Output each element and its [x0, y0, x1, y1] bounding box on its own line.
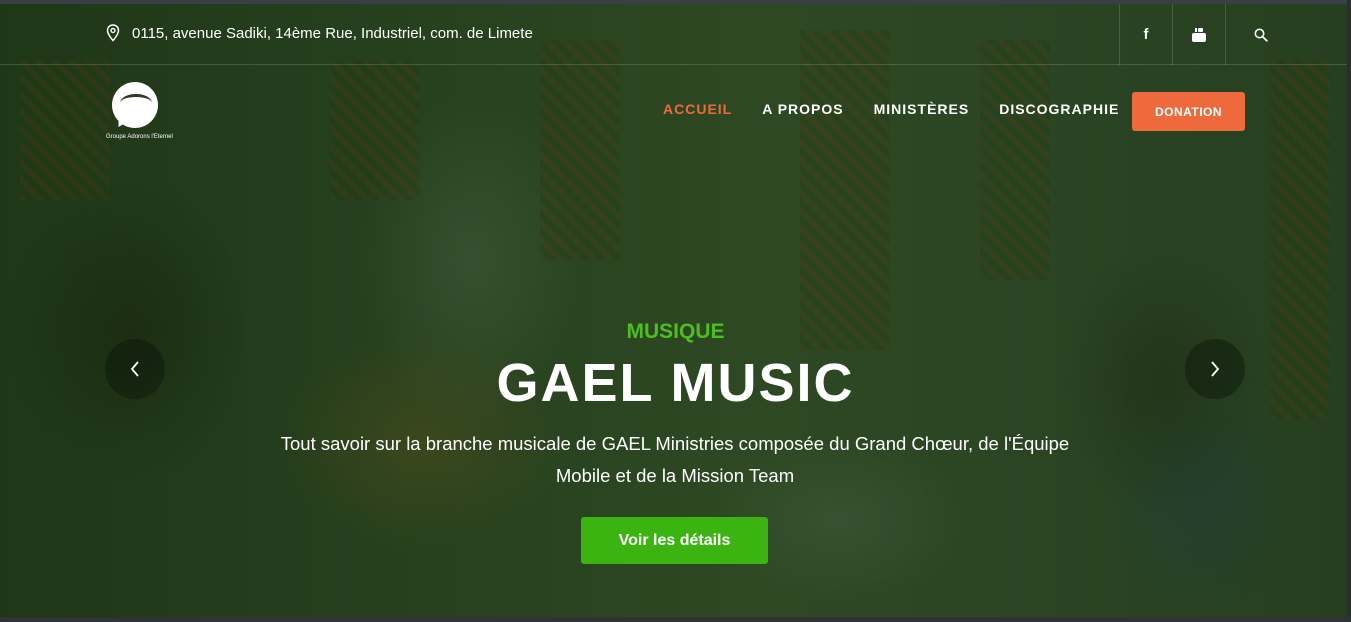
slide-kicker: MUSIQUE — [626, 320, 725, 343]
donation-button[interactable]: DONATION — [1132, 92, 1245, 131]
window-frame-bottom — [0, 617, 1351, 622]
logo-tagline: Groupe Adorons l'Eternel — [106, 134, 173, 140]
search-button[interactable] — [1225, 4, 1295, 65]
nav-item-a-propos[interactable]: A PROPOS — [762, 101, 843, 117]
map-pin-icon — [106, 24, 120, 42]
view-details-button[interactable]: Voir les détails — [581, 517, 768, 564]
slide-description: Tout savoir sur la branche musicale de G… — [280, 433, 1070, 486]
facebook-icon: f — [1143, 26, 1149, 43]
social-links: f — [1119, 4, 1295, 65]
address: 0115, avenue Sadiki, 14ème Rue, Industri… — [106, 24, 533, 42]
logo-swoosh — [120, 94, 152, 112]
window-frame-right — [1347, 0, 1351, 622]
nav-item-ministeres[interactable]: MINISTÈRES — [874, 101, 970, 117]
search-icon — [1254, 28, 1268, 42]
top-bar: 0115, avenue Sadiki, 14ème Rue, Industri… — [0, 4, 1347, 65]
nav-item-discographie[interactable]: DISCOGRAPHIE — [999, 101, 1119, 117]
address-text: 0115, avenue Sadiki, 14ème Rue, Industri… — [132, 24, 533, 42]
main-nav: ACCUEIL A PROPOS MINISTÈRES DISCOGRAPHIE — [663, 101, 1149, 117]
nav-item-accueil[interactable]: ACCUEIL — [663, 101, 732, 117]
facebook-link[interactable]: f — [1119, 4, 1172, 65]
slide-title: GAEL MUSIC — [496, 353, 855, 413]
youtube-link[interactable] — [1172, 4, 1225, 65]
youtube-icon — [1192, 27, 1206, 42]
site-logo[interactable]: Groupe Adorons l'Eternel — [106, 80, 180, 144]
